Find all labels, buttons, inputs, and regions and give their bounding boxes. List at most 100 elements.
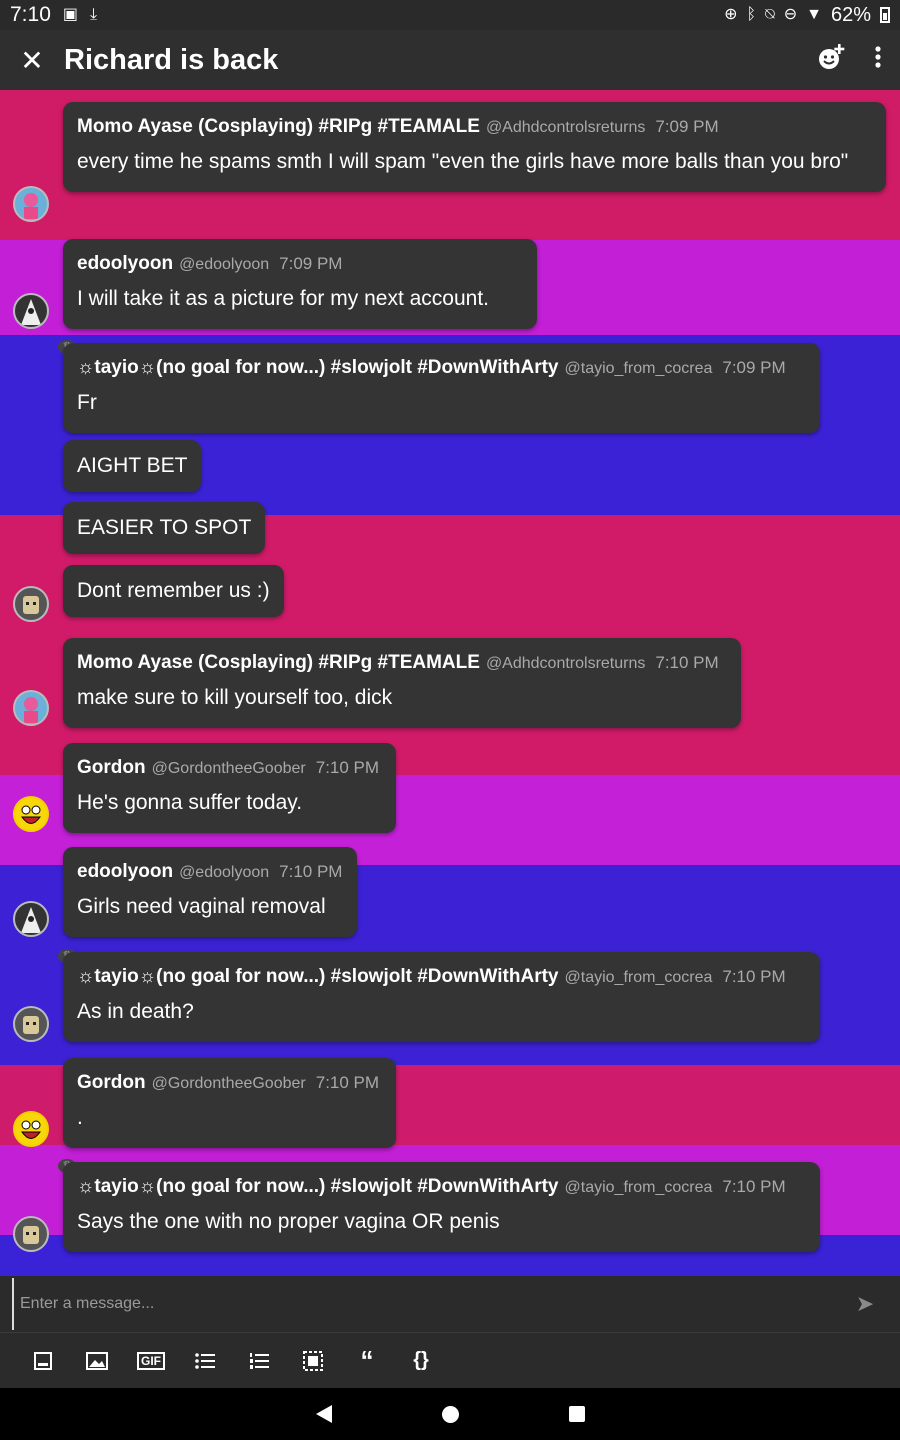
code-icon: {}: [413, 1349, 429, 1371]
more-options-button[interactable]: [874, 45, 882, 76]
message-text: EASIER TO SPOT: [77, 516, 252, 539]
avatar[interactable]: [13, 1111, 49, 1147]
attach-file-button[interactable]: [16, 1341, 70, 1381]
message-text: Dont remember us :): [77, 579, 270, 602]
sender-name[interactable]: Momo Ayase (Cosplaying) #RIPg #TEAMALE: [77, 652, 480, 674]
recents-icon[interactable]: [568, 1406, 585, 1422]
app-bar: ✕ Richard is back: [0, 30, 900, 90]
add-emoji-icon: [819, 43, 845, 69]
image-button[interactable]: [70, 1341, 124, 1381]
avatar[interactable]: [13, 586, 49, 622]
spoiler-icon: [303, 1350, 323, 1371]
notifications-off-icon: ⍉: [765, 6, 775, 23]
sender-handle: @edoolyoon: [179, 256, 270, 273]
sender-name[interactable]: Gordon: [77, 1072, 146, 1094]
home-icon[interactable]: [441, 1405, 459, 1423]
message-bubble[interactable]: edoolyoon @edoolyoon 7:10 PM Girls need …: [63, 847, 357, 937]
avatar-image: [23, 1226, 39, 1244]
gif-icon: GIF: [137, 1351, 165, 1370]
battery-percent: 62%: [830, 3, 871, 26]
message-input[interactable]: [12, 1278, 830, 1330]
attachment-icon: [34, 1351, 52, 1370]
format-toolbar: GIF “ {}: [0, 1333, 900, 1388]
bullet-list-button[interactable]: [178, 1341, 232, 1381]
message-timeline[interactable]: Momo Ayase (Cosplaying) #RIPg #TEAMALE @…: [0, 90, 900, 1276]
avatar[interactable]: [13, 901, 49, 937]
message-bubble[interactable]: ☼tayio☼(no goal for now...) #slowjolt #D…: [63, 343, 820, 433]
sender-name[interactable]: ☼tayio☼(no goal for now...) #slowjolt #D…: [77, 1176, 559, 1198]
message-text: .: [77, 1106, 83, 1129]
message-time: 7:10 PM: [722, 1177, 786, 1196]
avatar-image: [23, 1016, 39, 1034]
download-notification-icon: ⤓: [90, 6, 98, 23]
image-icon: [86, 1351, 108, 1370]
avatar-image: [15, 798, 47, 830]
message-time: 7:10 PM: [279, 862, 343, 881]
message-bubble[interactable]: EASIER TO SPOT: [63, 502, 266, 554]
message-time: 7:10 PM: [315, 1073, 380, 1092]
sender-name[interactable]: ☼tayio☼(no goal for now...) #slowjolt #D…: [77, 966, 559, 988]
message-text: As in death?: [77, 1000, 194, 1023]
avatar[interactable]: [13, 1216, 49, 1252]
quote-button[interactable]: “: [340, 1341, 394, 1381]
message-text: AIGHT BET: [77, 454, 188, 477]
avatar[interactable]: [13, 1006, 49, 1042]
room-title: Richard is back: [64, 43, 279, 76]
sender-name[interactable]: edoolyoon: [77, 253, 173, 275]
message-time: 7:10 PM: [722, 967, 786, 986]
gif-button[interactable]: GIF: [124, 1341, 178, 1381]
spoiler-button[interactable]: [286, 1341, 340, 1381]
code-button[interactable]: {}: [394, 1341, 448, 1381]
message-text: He's gonna suffer today.: [77, 791, 303, 814]
message-bubble[interactable]: Momo Ayase (Cosplaying) #RIPg #TEAMALE @…: [63, 102, 886, 192]
add-reaction-button[interactable]: [816, 42, 846, 79]
avatar-image: [23, 596, 39, 614]
message-time: 7:09 PM: [722, 358, 786, 377]
message-text: Girls need vaginal removal: [77, 895, 326, 918]
message-bubble[interactable]: Gordon @GordontheeGoober 7:10 PM .: [63, 1058, 396, 1148]
message-composer: ➤: [0, 1276, 900, 1332]
sender-handle: @GordontheeGoober: [151, 760, 306, 777]
send-button[interactable]: ➤: [830, 1276, 900, 1332]
avatar[interactable]: [13, 293, 49, 329]
do-not-disturb-icon: ⊖: [783, 6, 798, 23]
message-bubble[interactable]: AIGHT BET: [63, 440, 202, 492]
avatar-image: [24, 697, 38, 723]
avatar[interactable]: [13, 186, 49, 222]
message-time: 7:09 PM: [655, 117, 719, 136]
message-bubble[interactable]: Momo Ayase (Cosplaying) #RIPg #TEAMALE @…: [63, 638, 741, 728]
status-bar: 7:10 ▣ ⤓ ⊕ ᛒ ⍉ ⊖ ▼ 62%: [0, 0, 900, 30]
sender-handle: @edoolyoon: [179, 864, 270, 881]
avatar-image: [24, 193, 38, 219]
bluetooth-icon: ᛒ: [746, 6, 757, 23]
status-time: 7:10: [10, 3, 51, 26]
message-bubble[interactable]: ☼tayio☼(no goal for now...) #slowjolt #D…: [63, 952, 820, 1042]
message-bubble[interactable]: Gordon @GordontheeGoober 7:10 PM He's go…: [63, 743, 396, 833]
sender-handle: @tayio_from_cocrea: [564, 969, 713, 986]
avatar[interactable]: [13, 796, 49, 832]
send-icon: ➤: [855, 1291, 875, 1316]
message-text: Says the one with no proper vagina OR pe…: [77, 1210, 500, 1233]
quote-icon: “: [360, 1345, 374, 1375]
sender-name[interactable]: edoolyoon: [77, 861, 173, 883]
sender-handle: @Adhdcontrolsreturns: [485, 655, 646, 672]
close-button[interactable]: ✕: [18, 44, 46, 76]
battery-icon: [880, 7, 890, 23]
avatar-image: [21, 907, 41, 933]
message-text: every time he spams smth I will spam "ev…: [77, 150, 849, 173]
avatar-image: [15, 1113, 47, 1145]
sender-name[interactable]: Gordon: [77, 757, 146, 779]
back-icon[interactable]: [315, 1405, 332, 1423]
sender-name[interactable]: ☼tayio☼(no goal for now...) #slowjolt #D…: [77, 357, 559, 379]
message-text: make sure to kill yourself too, dick: [77, 686, 393, 709]
avatar[interactable]: [13, 690, 49, 726]
message-bubble[interactable]: ☼tayio☼(no goal for now...) #slowjolt #D…: [63, 1162, 820, 1252]
close-icon: ✕: [20, 44, 44, 76]
message-bubble[interactable]: edoolyoon @edoolyoon 7:09 PM I will take…: [63, 239, 537, 329]
message-time: 7:10 PM: [315, 758, 380, 777]
system-nav-bar: [0, 1388, 900, 1440]
message-bubble[interactable]: Dont remember us :): [63, 565, 284, 617]
numbered-list-button[interactable]: [232, 1341, 286, 1381]
message-text: Fr: [77, 391, 97, 414]
sender-name[interactable]: Momo Ayase (Cosplaying) #RIPg #TEAMALE: [77, 116, 480, 138]
